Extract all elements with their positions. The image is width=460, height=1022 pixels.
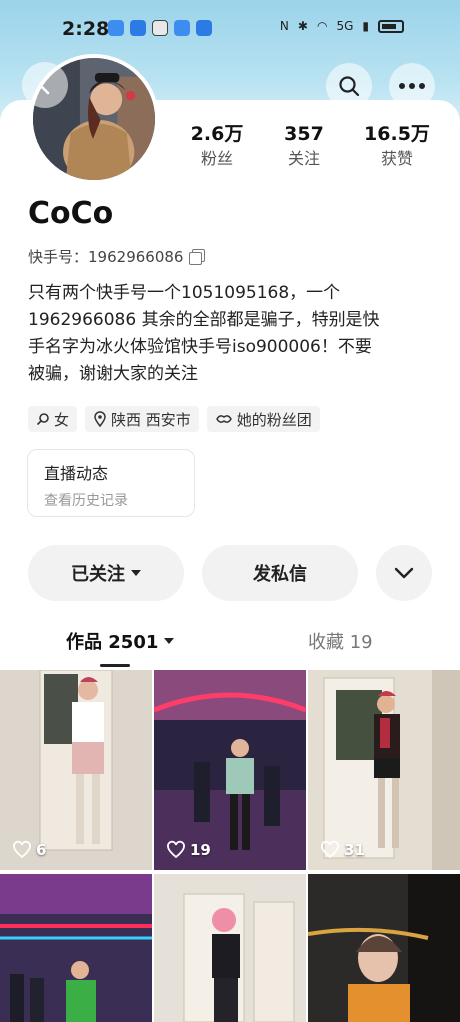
network-label: 5G bbox=[336, 19, 354, 33]
followed-button[interactable]: 已关注 bbox=[28, 545, 184, 601]
work-thumbnail[interactable] bbox=[154, 874, 306, 1022]
send-message-label: 发私信 bbox=[253, 564, 307, 585]
like-count-text: 6 bbox=[36, 841, 47, 859]
location-icon bbox=[94, 411, 106, 427]
like-count: 6 bbox=[12, 840, 46, 860]
tag-text: 她的粉丝团 bbox=[236, 410, 312, 429]
female-icon bbox=[36, 413, 49, 426]
status-bar: 2:28 N ✱ ◠ 5G ▮ bbox=[0, 0, 460, 62]
active-tab-indicator bbox=[100, 664, 130, 667]
tag-text: 陕西 西安市 bbox=[111, 410, 191, 429]
status-time: 2:28 bbox=[62, 18, 110, 40]
live-title: 直播动态 bbox=[44, 464, 109, 483]
like-count-text: 19 bbox=[190, 841, 211, 859]
thumbnail-image bbox=[308, 874, 460, 1022]
heart-icon bbox=[13, 840, 31, 859]
live-subtitle: 查看历史记录 bbox=[44, 493, 128, 509]
profile-name: CoCo bbox=[28, 196, 114, 231]
profile-tags: 女 陕西 西安市 她的粉丝团 bbox=[28, 406, 320, 432]
like-count-text: 31 bbox=[344, 841, 365, 859]
more-button[interactable] bbox=[389, 63, 435, 109]
search-button[interactable] bbox=[326, 63, 372, 109]
kuaishou-id-value: 1962966086 bbox=[88, 247, 184, 266]
nfc-icon: N bbox=[279, 19, 289, 33]
live-history-card[interactable]: 直播动态 查看历史记录 bbox=[27, 449, 195, 517]
caret-down-icon bbox=[164, 638, 175, 644]
tab-works[interactable]: 作品 2501 bbox=[66, 628, 175, 654]
system-icons: N ✱ ◠ 5G ▮ bbox=[280, 19, 404, 33]
bio-line: 只有两个快手号一个1051095168，一个 bbox=[28, 283, 341, 303]
signal-icon: ▮ bbox=[362, 19, 369, 33]
tag-location[interactable]: 陕西 西安市 bbox=[85, 406, 199, 432]
stat-label: 获赞 bbox=[380, 149, 413, 168]
chevron-down-icon bbox=[394, 567, 414, 579]
stat-number: 2.6万 bbox=[190, 123, 244, 145]
back-button[interactable] bbox=[22, 62, 68, 108]
kuaishou-id-row: 快手号： 1962966086 bbox=[28, 246, 206, 267]
work-thumbnail[interactable]: 6 bbox=[0, 670, 152, 870]
stat-number: 357 bbox=[284, 123, 324, 145]
notification-icons bbox=[108, 20, 212, 36]
app-notification-icon bbox=[152, 20, 168, 36]
tab-works-label: 作品 2501 bbox=[66, 632, 159, 653]
profile-bio: 只有两个快手号一个1051095168，一个 1962966086 其余的全部都… bbox=[28, 280, 428, 388]
thumbnail-image bbox=[0, 874, 152, 1022]
stat-likes[interactable]: 16.5万 获赞 bbox=[349, 122, 445, 170]
tab-favorites[interactable]: 收藏 19 bbox=[308, 628, 373, 654]
stat-following[interactable]: 357 关注 bbox=[259, 122, 349, 170]
like-count: 19 bbox=[166, 840, 211, 860]
bluetooth-icon: ✱ bbox=[297, 19, 308, 33]
work-thumbnail[interactable]: 31 bbox=[308, 670, 460, 870]
wifi-icon: ◠ bbox=[316, 19, 328, 33]
copy-icon[interactable] bbox=[189, 249, 206, 265]
bio-line: 1962966086 其余的全部都是骗子，特别是快 bbox=[28, 310, 380, 330]
like-count: 31 bbox=[320, 840, 365, 860]
back-arrow-icon bbox=[38, 75, 50, 95]
tag-fan-club[interactable]: 她的粉丝团 bbox=[206, 406, 320, 432]
search-icon bbox=[339, 76, 360, 97]
battery-icon bbox=[378, 19, 404, 33]
bio-line: 被骗，谢谢大家的关注 bbox=[28, 364, 198, 384]
content-tabs: 作品 2501 收藏 19 bbox=[0, 622, 460, 668]
tag-gender: 女 bbox=[28, 406, 78, 432]
heart-icon bbox=[167, 840, 185, 859]
send-message-button[interactable]: 发私信 bbox=[202, 545, 358, 601]
tag-text: 女 bbox=[54, 410, 70, 429]
work-thumbnail[interactable] bbox=[0, 874, 152, 1022]
heart-icon bbox=[321, 840, 339, 859]
app-notification-icon bbox=[174, 20, 190, 36]
stat-fans[interactable]: 2.6万 粉丝 bbox=[175, 122, 259, 170]
app-notification-icon bbox=[130, 20, 146, 36]
followed-label: 已关注 bbox=[71, 564, 125, 585]
thumbnail-image bbox=[154, 874, 306, 1022]
more-dots-icon bbox=[399, 83, 425, 89]
work-thumbnail[interactable]: 19 bbox=[154, 670, 306, 870]
kuaishou-id-label: 快手号： bbox=[28, 248, 89, 266]
app-notification-icon bbox=[196, 20, 212, 36]
stat-number: 16.5万 bbox=[364, 123, 430, 145]
caret-down-icon bbox=[131, 570, 141, 576]
fan-club-icon bbox=[215, 415, 232, 423]
stat-label: 关注 bbox=[287, 149, 320, 168]
stat-label: 粉丝 bbox=[200, 149, 233, 168]
more-actions-button[interactable] bbox=[376, 545, 432, 601]
app-notification-icon bbox=[108, 20, 124, 36]
work-thumbnail[interactable] bbox=[308, 874, 460, 1022]
profile-stats: 2.6万 粉丝 357 关注 16.5万 获赞 bbox=[175, 122, 445, 170]
bio-line: 手名字为冰火体验馆快手号iso900006！不要 bbox=[28, 337, 372, 357]
